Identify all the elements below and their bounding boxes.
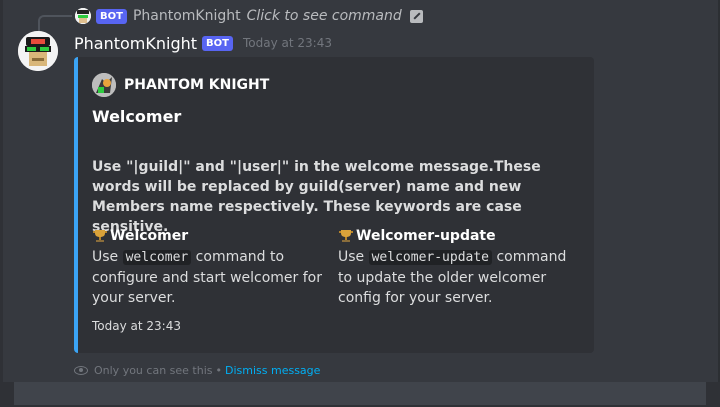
message-timestamp[interactable]: Today at 23:43 [243,36,332,50]
field-value: Use welcomer command to configure and st… [92,247,328,308]
embed-title: Welcomer [92,107,182,126]
inline-code: welcomer-update [368,250,493,265]
field-name-text: Welcomer-update [356,228,496,244]
eye-icon [74,365,88,375]
field-value-prefix: Use [92,249,123,265]
field-name: Welcomer [92,227,328,245]
trophy-icon [92,228,108,244]
message-input-bar [0,382,720,407]
author-avatar-icon [92,73,116,97]
slash-command-icon [409,9,423,23]
left-rail [0,0,3,382]
field-name: Welcomer-update [338,227,574,245]
embed-author-name: PHANTOM KNIGHT [124,77,270,93]
field-value: Use welcomer-update command to update th… [338,247,574,308]
reply-avatar[interactable] [75,8,91,24]
message-header: PhantomKnight BOT Today at 23:43 [74,32,332,54]
dismiss-message-link[interactable]: Dismiss message [225,364,320,377]
embed-footer-timestamp: Today at 23:43 [92,319,181,333]
embed-description: Use "|guild|" and "|user|" in the welcom… [92,159,541,235]
embed-field-welcomer-update: Welcomer-update Use welcomer-update comm… [338,227,574,308]
embed-author: PHANTOM KNIGHT [92,73,269,97]
field-name-text: Welcomer [110,228,189,244]
reply-command-hint[interactable]: Click to see command [247,8,402,24]
reply-spine [38,15,72,31]
bot-avatar-icon [18,31,58,71]
chat-frame: BOT PhantomKnight Click to see command P… [0,0,720,407]
field-value-prefix: Use [338,249,369,265]
reply-bot-tag: BOT [96,8,127,24]
reply-username[interactable]: PhantomKnight [133,8,241,24]
bot-tag: BOT [202,35,233,51]
embed: PHANTOM KNIGHT Welcomer Use "|guild|" an… [74,57,594,353]
embed-field-welcomer: Welcomer Use welcomer command to configu… [92,227,328,308]
ephemeral-text: Only you can see this [94,363,213,377]
ephemeral-notice: Only you can see this • Dismiss message [74,362,320,378]
trophy-icon [338,228,354,244]
separator: • [215,363,223,377]
avatar[interactable] [18,31,58,71]
reply-avatar-icon [75,8,91,24]
reply-reference[interactable]: BOT PhantomKnight Click to see command [96,7,423,25]
message-input[interactable] [14,382,706,405]
inline-code: welcomer [122,250,192,265]
username[interactable]: PhantomKnight [74,34,197,53]
